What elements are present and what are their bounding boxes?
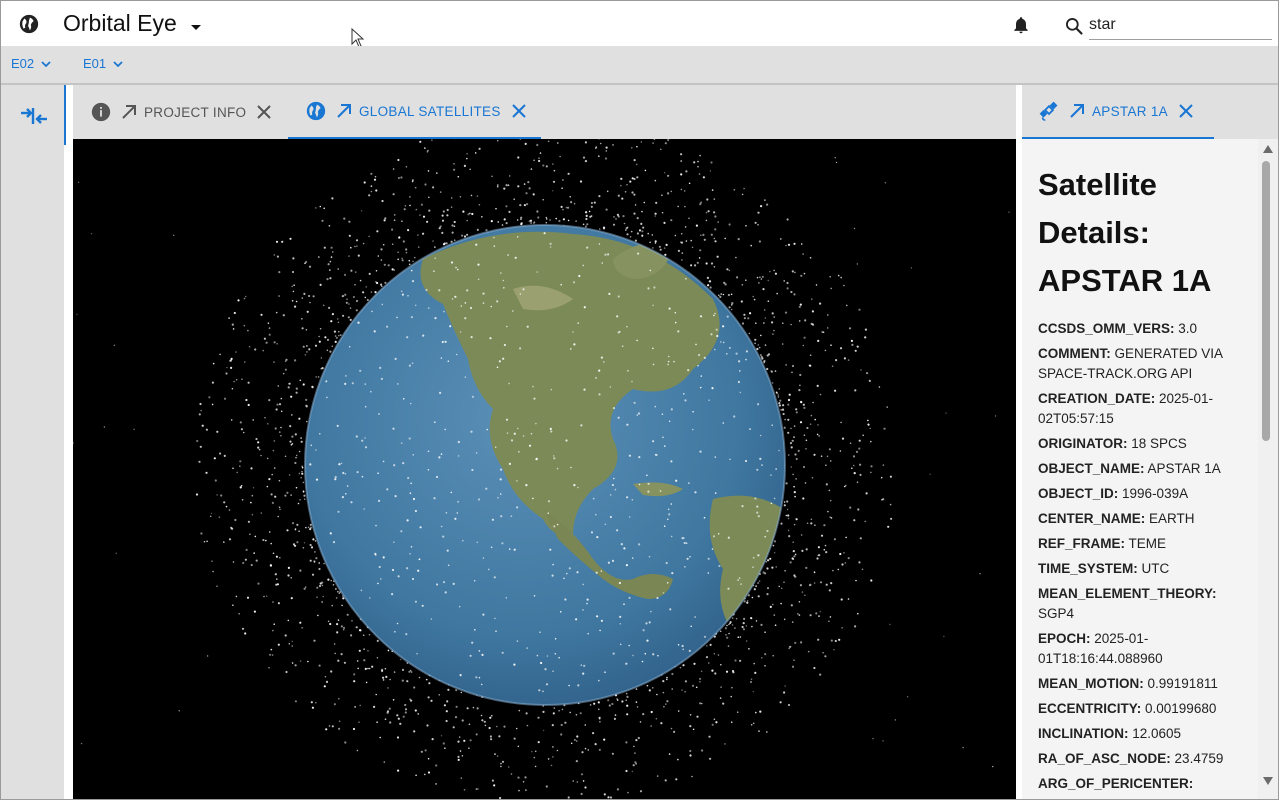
open-external-arrow-icon[interactable] — [335, 102, 353, 120]
field-ccsds-omm-vers: CCSDS_OMM_VERS: 3.0 — [1038, 321, 1198, 336]
field-arg-of-pericenter: ARG_OF_PERICENTER: — [1038, 776, 1194, 791]
details-title-line: Details: — [1038, 215, 1150, 250]
search-icon[interactable] — [1064, 16, 1084, 36]
field-comment: COMMENT: GENERATED VIA SPACE-TRACK.ORG A… — [1038, 346, 1223, 381]
field-ref-frame: REF_FRAME: TEME — [1038, 536, 1167, 551]
details-scrollbar[interactable] — [1258, 139, 1278, 799]
collapse-panel-icon[interactable] — [19, 104, 49, 128]
close-icon[interactable] — [256, 104, 272, 120]
env-selector-e01[interactable]: E01 — [83, 56, 123, 71]
caret-down-icon[interactable] — [191, 25, 201, 30]
field-object-id: OBJECT_ID: 1996-039A — [1038, 486, 1189, 501]
field-mean-element-theory: MEAN_ELEMENT_THEORY: SGP4 — [1038, 586, 1217, 621]
tab-label: PROJECT INFO — [144, 104, 247, 120]
close-icon[interactable] — [511, 103, 527, 119]
close-icon[interactable] — [1178, 103, 1194, 119]
rail-divider — [66, 85, 73, 799]
field-ra-of-asc-node: RA_OF_ASC_NODE: 23.4759 — [1038, 751, 1224, 766]
field-time-system: TIME_SYSTEM: UTC — [1038, 561, 1170, 576]
bell-icon[interactable] — [1011, 14, 1031, 36]
tab-global-satellites[interactable]: GLOBAL SATELLITES — [288, 85, 541, 139]
app-title[interactable]: Orbital Eye — [63, 10, 177, 37]
tab-label: GLOBAL SATELLITES — [359, 103, 501, 119]
tab-project-info[interactable]: PROJECT INFO — [90, 85, 272, 139]
search-input[interactable] — [1089, 11, 1272, 40]
app-bar: Orbital Eye — [1, 1, 1278, 48]
env-label: E01 — [83, 56, 107, 71]
info-icon — [91, 102, 111, 122]
field-creation-date: CREATION_DATE: 2025-01-02T05:57:15 — [1038, 391, 1214, 426]
field-originator: ORIGINATOR: 18 SPCS — [1038, 436, 1187, 451]
app-window: Orbital Eye E02 E01 — [0, 0, 1279, 800]
details-title-line: Satellite — [1038, 167, 1157, 202]
env-selector-e02[interactable]: E02 — [11, 56, 51, 71]
field-eccentricity: ECCENTRICITY: 0.00199680 — [1038, 701, 1217, 716]
field-epoch: EPOCH: 2025-01-01T18:16:44.088960 — [1038, 631, 1163, 666]
scrollbar-thumb[interactable] — [1262, 161, 1270, 441]
scroll-down-arrow-icon[interactable] — [1263, 777, 1273, 785]
details-title: Satellite Details: APSTAR 1A — [1038, 161, 1238, 305]
chevron-down-icon — [41, 60, 51, 67]
satellite-icon — [1039, 101, 1058, 121]
field-center-name: CENTER_NAME: EARTH — [1038, 511, 1195, 526]
env-label: E02 — [11, 56, 35, 71]
side-rail — [1, 85, 64, 799]
environment-bar: E02 E01 — [1, 46, 1278, 85]
field-mean-motion: MEAN_MOTION: 0.99191811 — [1038, 676, 1218, 691]
earth-globe-render[interactable] — [73, 139, 1016, 800]
field-inclination: INCLINATION: 12.0605 — [1038, 726, 1182, 741]
globe-icon — [306, 101, 326, 121]
details-tab-bar: APSTAR 1A — [1022, 85, 1278, 139]
scroll-up-arrow-icon[interactable] — [1263, 145, 1273, 153]
globe-viewport[interactable] — [73, 139, 1016, 800]
tab-label: APSTAR 1A — [1092, 103, 1168, 119]
mouse-cursor-icon — [351, 28, 365, 48]
satellite-details-panel: Satellite Details: APSTAR 1A CCSDS_OMM_V… — [1022, 139, 1258, 799]
tab-bar: PROJECT INFO GLOBAL SATELLITES — [73, 85, 1016, 139]
open-external-arrow-icon[interactable] — [1068, 102, 1086, 120]
globe-icon[interactable] — [18, 13, 40, 35]
open-external-arrow-icon[interactable] — [120, 103, 138, 121]
tab-apstar-1a[interactable]: APSTAR 1A — [1022, 85, 1214, 139]
field-object-name: OBJECT_NAME: APSTAR 1A — [1038, 461, 1221, 476]
chevron-down-icon — [113, 60, 123, 67]
details-title-line: APSTAR 1A — [1038, 263, 1212, 298]
